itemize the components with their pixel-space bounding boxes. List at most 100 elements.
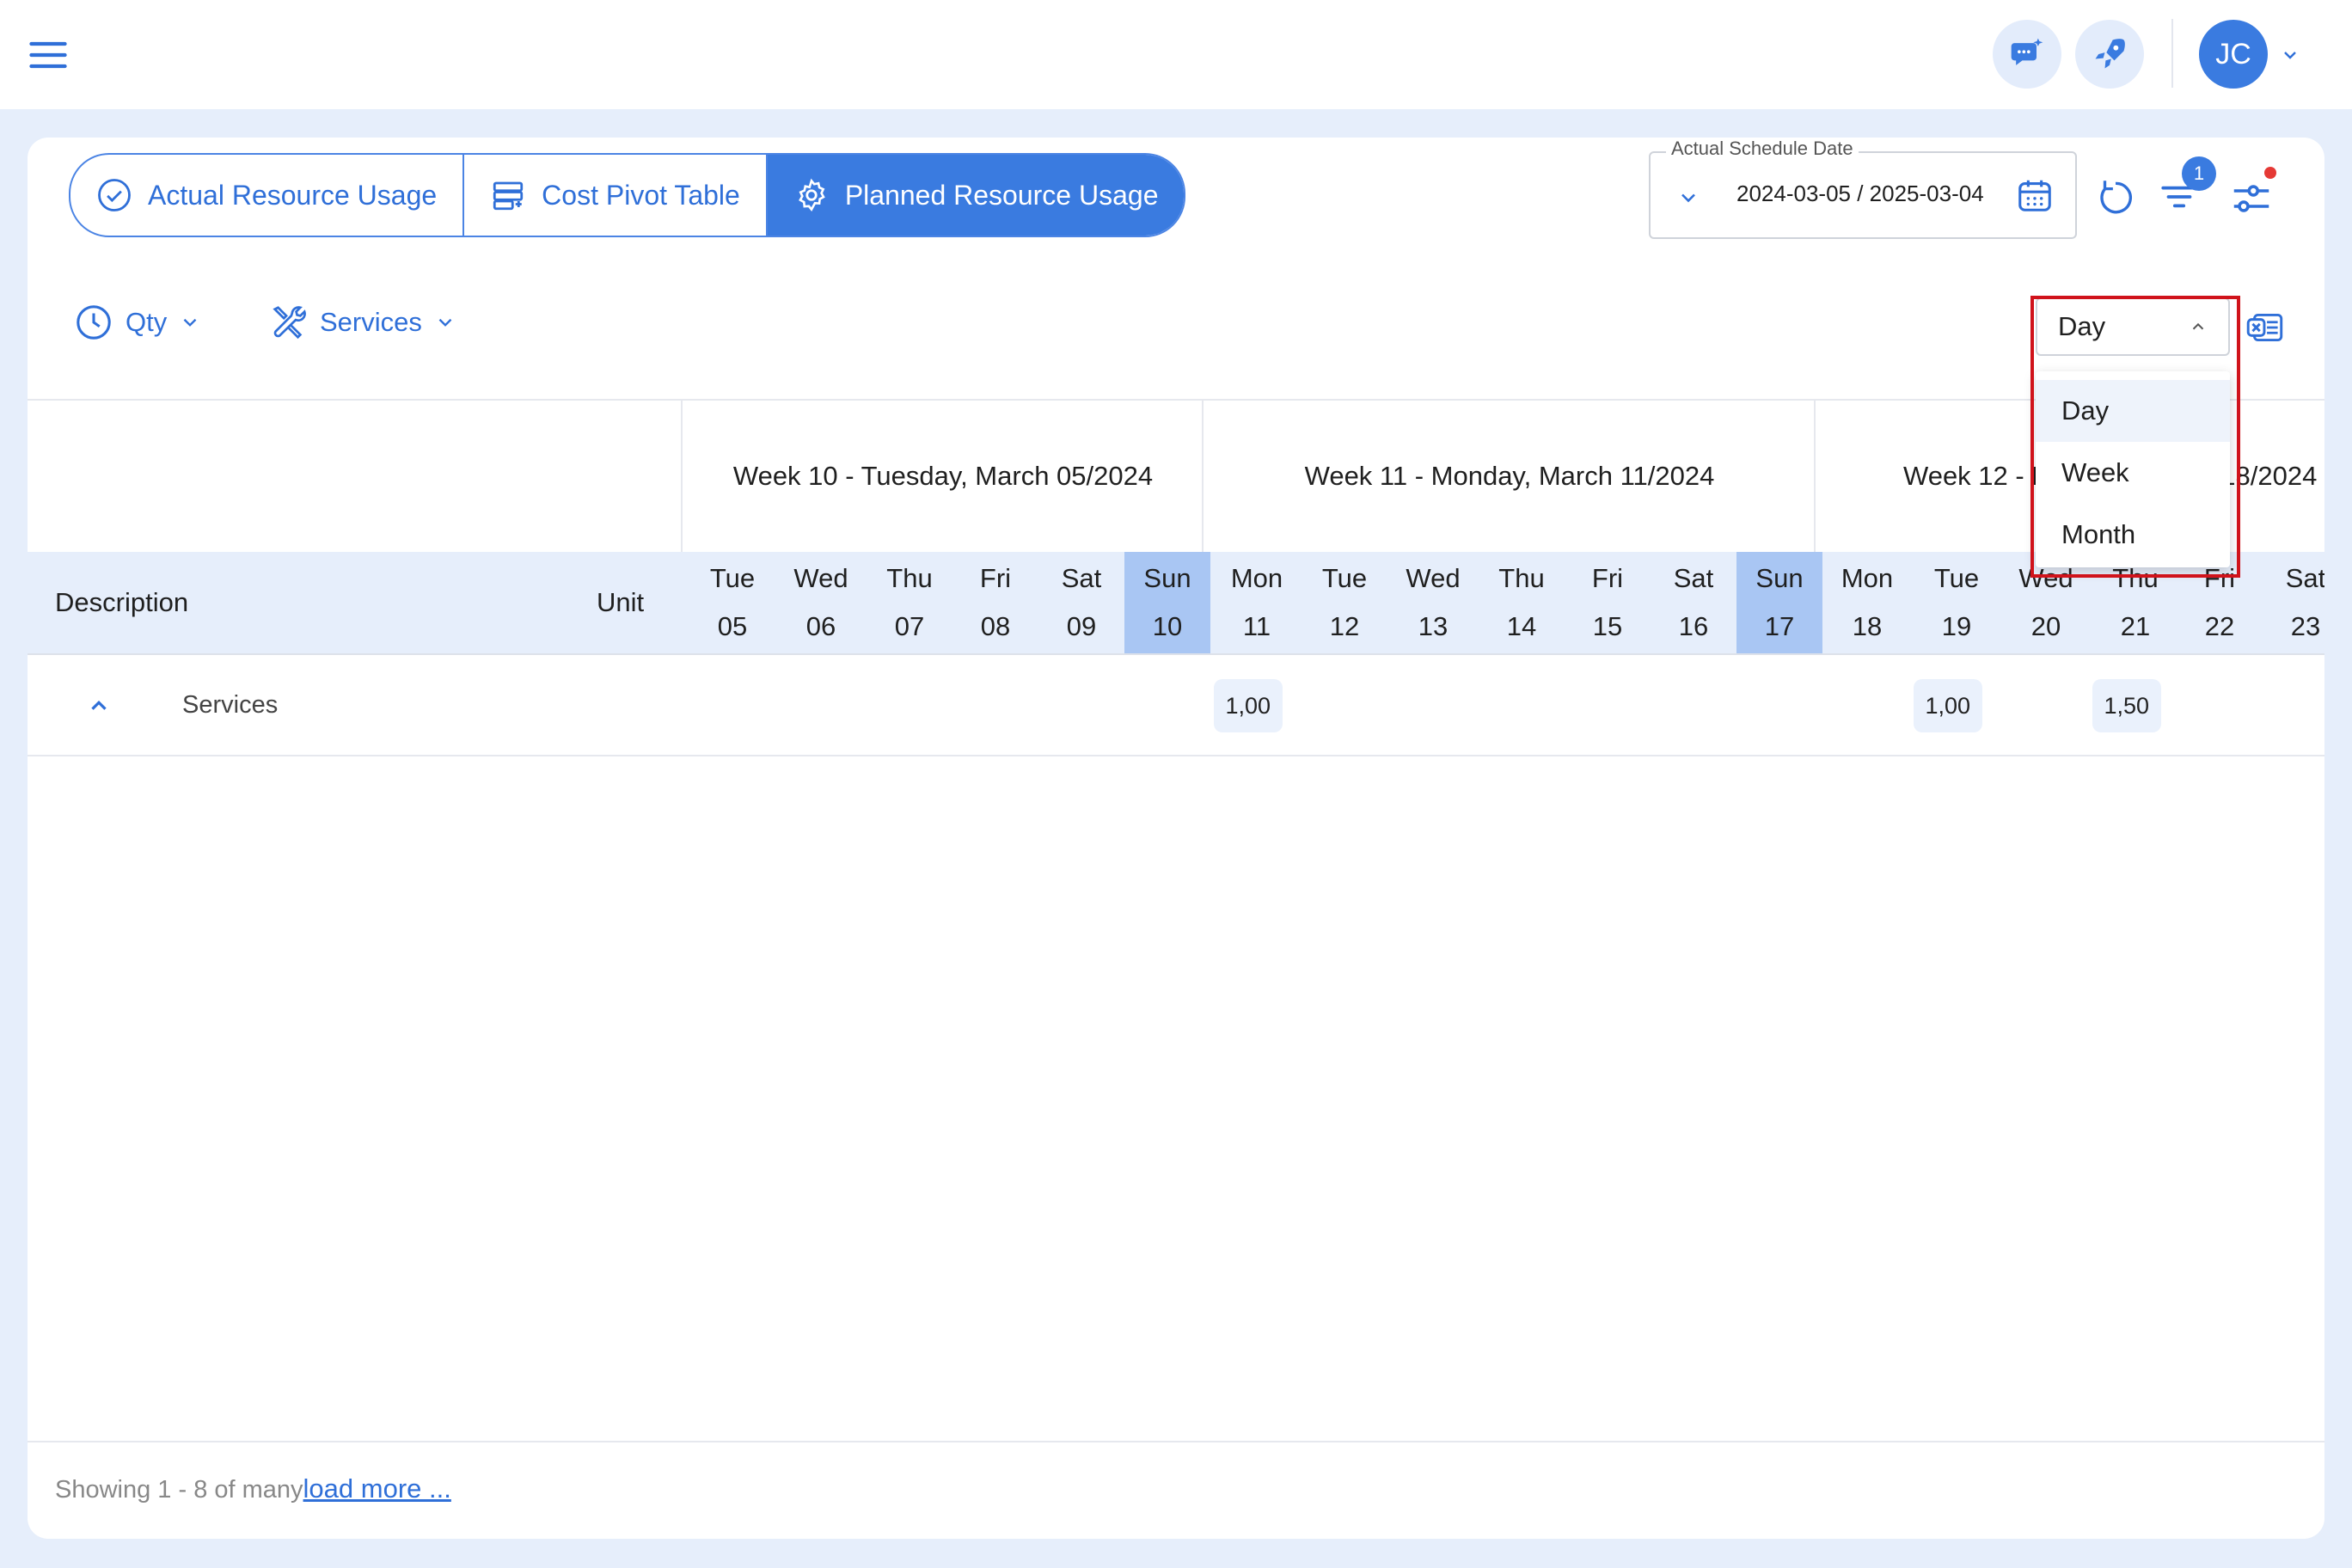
category-dropdown[interactable]: Services xyxy=(268,303,456,342)
day-number: 22 xyxy=(2204,611,2235,641)
chevron-down-icon xyxy=(438,318,452,327)
day-column-header: Sun 10 xyxy=(1124,552,1210,653)
pagination-info: Showing 1 - 8 of manyload more ... xyxy=(55,1473,451,1504)
day-column-header: Wed 06 xyxy=(778,552,864,653)
day-column-header: Thu 14 xyxy=(1479,552,1565,653)
measure-label: Qty xyxy=(126,307,168,337)
tab-planned-resource-usage[interactable]: Planned Resource Usage xyxy=(765,155,1185,236)
day-name: Sat xyxy=(2285,563,2324,593)
day-number: 20 xyxy=(2030,611,2061,641)
day-number: 17 xyxy=(1764,611,1795,641)
day-number: 08 xyxy=(980,611,1011,641)
filter-count-badge: 1 xyxy=(2182,156,2216,191)
day-column-header: Fri 15 xyxy=(1565,552,1651,653)
day-number: 06 xyxy=(805,611,836,641)
day-column-header: Sat 23 xyxy=(2263,552,2324,653)
day-column-header: Thu 07 xyxy=(867,552,952,653)
measure-dropdown[interactable]: Qty xyxy=(74,303,201,342)
day-number: 13 xyxy=(1418,611,1449,641)
load-more-link[interactable]: load more ... xyxy=(303,1473,451,1504)
highlight-annotation xyxy=(2030,296,2240,578)
day-number: 09 xyxy=(1066,611,1097,641)
week-header: Week 10 - Tuesday, March 05/2024 xyxy=(681,401,1204,552)
day-header-row: Description Unit Tue 05 Wed 06 Thu 07 Fri 08 Sat… xyxy=(28,552,2324,655)
category-label: Services xyxy=(320,307,422,337)
menu-icon[interactable] xyxy=(26,33,70,77)
day-name: Mon xyxy=(1841,563,1894,593)
day-name: Thu xyxy=(886,563,933,593)
tab-label: Planned Resource Usage xyxy=(844,179,1159,211)
avatar[interactable]: JC xyxy=(2199,20,2268,89)
day-name: Tue xyxy=(709,563,756,593)
day-column-header: Sat 16 xyxy=(1651,552,1736,653)
day-number: 23 xyxy=(2290,611,2321,641)
day-column-header: Mon 11 xyxy=(1214,552,1300,653)
day-column-header: Fri 08 xyxy=(952,552,1038,653)
day-column-header: Sat 09 xyxy=(1038,552,1124,653)
clock-icon xyxy=(77,305,111,340)
description-column-header: Description xyxy=(55,587,189,617)
row-description: Services xyxy=(182,691,279,719)
day-name: Tue xyxy=(1933,563,1980,593)
divider xyxy=(28,1441,2324,1442)
chevron-up-icon[interactable] xyxy=(86,693,112,719)
rocket-button[interactable] xyxy=(2075,20,2144,89)
day-name: Sat xyxy=(1061,563,1102,593)
day-name: Thu xyxy=(1498,563,1545,593)
day-number: 10 xyxy=(1152,611,1183,641)
main-card: Actual Resource Usage Cost Pivot Table P… xyxy=(28,138,2324,1539)
day-number: 21 xyxy=(2120,611,2151,641)
tab-label: Cost Pivot Table xyxy=(542,179,740,211)
calendar-icon[interactable] xyxy=(2015,175,2055,215)
sliders-icon[interactable] xyxy=(2228,175,2275,222)
day-column-header: Sun 17 xyxy=(1736,552,1822,653)
tab-actual-resource-usage[interactable]: Actual Resource Usage xyxy=(70,155,462,236)
day-name: Sun xyxy=(1755,563,1804,593)
tab-label: Actual Resource Usage xyxy=(148,179,438,211)
value-cell[interactable]: 1,50 xyxy=(2092,679,2162,732)
day-column-header: Wed 13 xyxy=(1390,552,1476,653)
day-name: Wed xyxy=(1406,563,1461,593)
day-name: Mon xyxy=(1230,563,1283,593)
top-bar: JC xyxy=(0,0,2352,109)
day-name: Fri xyxy=(979,563,1012,593)
day-name: Fri xyxy=(1591,563,1624,593)
tab-cost-pivot-table[interactable]: Cost Pivot Table xyxy=(462,155,766,236)
gear-icon xyxy=(798,178,825,211)
day-number: 18 xyxy=(1852,611,1883,641)
day-number: 07 xyxy=(894,611,925,641)
week-header: Week 11 - Monday, March 11/2024 xyxy=(1202,401,1816,552)
table-icon xyxy=(493,181,524,211)
excel-export-icon[interactable] xyxy=(2244,306,2287,349)
chat-assistant-button[interactable] xyxy=(1993,20,2061,89)
day-column-header: Tue 19 xyxy=(1914,552,2000,653)
day-column-header: Mon 18 xyxy=(1824,552,1910,653)
day-number: 05 xyxy=(717,611,748,641)
day-name: Tue xyxy=(1321,563,1368,593)
chat-sparkle-icon xyxy=(2011,38,2043,65)
chevron-down-icon[interactable] xyxy=(1676,186,1700,210)
day-column-header: Tue 12 xyxy=(1302,552,1387,653)
day-number: 11 xyxy=(1242,611,1271,641)
table-row: Services 1,00 1,00 1,50 xyxy=(28,655,2324,756)
view-tabs: Actual Resource Usage Cost Pivot Table P… xyxy=(69,153,1186,237)
notification-dot xyxy=(2264,167,2276,179)
chevron-down-icon[interactable] xyxy=(2280,45,2300,65)
value-cell[interactable]: 1,00 xyxy=(1913,679,1983,732)
day-name: Sat xyxy=(1673,563,1714,593)
day-name: Sun xyxy=(1143,563,1191,593)
day-number: 15 xyxy=(1592,611,1623,641)
chevron-down-icon xyxy=(183,318,197,327)
day-number: 14 xyxy=(1506,611,1537,641)
showing-count: Showing 1 - 8 of many xyxy=(55,1476,303,1504)
day-column-header: Tue 05 xyxy=(689,552,775,653)
unit-column-header: Unit xyxy=(597,587,645,617)
day-number: 12 xyxy=(1329,611,1360,641)
value-cell[interactable]: 1,00 xyxy=(1213,679,1283,732)
refresh-icon[interactable] xyxy=(2094,175,2137,218)
week-header-row: Week 10 - Tuesday, March 05/2024 Week 11… xyxy=(28,399,2324,552)
day-name: Wed xyxy=(793,563,848,593)
rocket-icon xyxy=(2095,39,2125,69)
tools-icon xyxy=(273,306,306,340)
day-number: 16 xyxy=(1678,611,1709,641)
